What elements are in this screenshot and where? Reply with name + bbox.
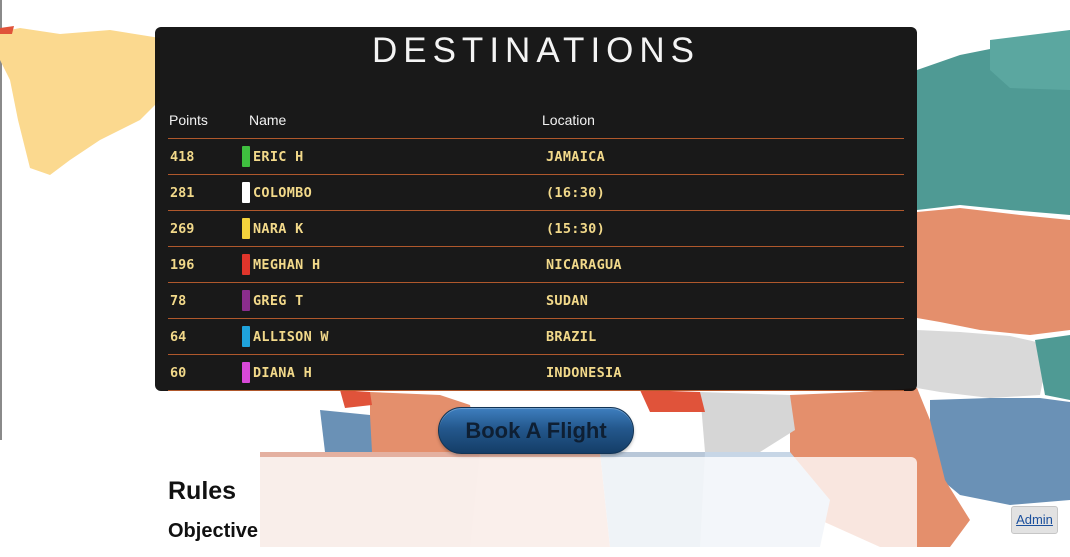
table-row: 196 MEGHAN H NICARAGUA (168, 247, 904, 283)
column-header-name: Name (249, 112, 287, 128)
row-points: 418 (170, 149, 195, 165)
row-points: 269 (170, 221, 195, 237)
row-points: 281 (170, 185, 195, 201)
player-color-swatch (242, 146, 250, 167)
player-color-swatch (242, 326, 250, 347)
table-row: 78 GREG T SUDAN (168, 283, 904, 319)
row-location: (15:30) (546, 221, 605, 237)
row-location: (16:30) (546, 185, 605, 201)
destinations-board: DESTINATIONS Points Name Location 418 ER… (155, 27, 917, 391)
player-color-swatch (242, 254, 250, 275)
objective-heading: Objective (168, 520, 259, 542)
rules-panel (155, 457, 917, 557)
rules-heading: Rules (168, 477, 237, 505)
table-row: 418 ERIC H JAMAICA (168, 139, 904, 175)
column-header-location: Location (542, 112, 595, 128)
board-title: DESTINATIONS (371, 31, 701, 70)
table-row: 269 NARA K (15:30) (168, 211, 904, 247)
row-location: JAMAICA (546, 149, 605, 165)
row-name: MEGHAN H (253, 257, 321, 273)
destinations-list: 418 ERIC H JAMAICA 281 COLOMBO (16:30) 2… (168, 138, 904, 391)
admin-button[interactable]: Admin (1011, 506, 1058, 534)
book-a-flight-button[interactable]: Book A Flight (438, 407, 634, 454)
row-name: ALLISON W (253, 329, 329, 345)
player-color-swatch (242, 362, 250, 383)
row-location: SUDAN (546, 293, 589, 309)
player-color-swatch (242, 182, 250, 203)
table-row: 281 COLOMBO (16:30) (168, 175, 904, 211)
table-row: 64 ALLISON W BRAZIL (168, 319, 904, 355)
column-header-points: Points (169, 112, 208, 128)
row-location: INDONESIA (546, 365, 622, 381)
row-name: NARA K (253, 221, 304, 237)
row-name: ERIC H (253, 149, 304, 165)
player-color-swatch (242, 218, 250, 239)
row-location: NICARAGUA (546, 257, 622, 273)
row-location: BRAZIL (546, 329, 597, 345)
row-points: 78 (170, 293, 187, 309)
row-name: DIANA H (253, 365, 312, 381)
table-row: 60 DIANA H INDONESIA (168, 355, 904, 391)
row-points: 64 (170, 329, 187, 345)
row-points: 60 (170, 365, 187, 381)
player-color-swatch (242, 290, 250, 311)
row-points: 196 (170, 257, 195, 273)
row-name: COLOMBO (253, 185, 312, 201)
row-name: GREG T (253, 293, 304, 309)
